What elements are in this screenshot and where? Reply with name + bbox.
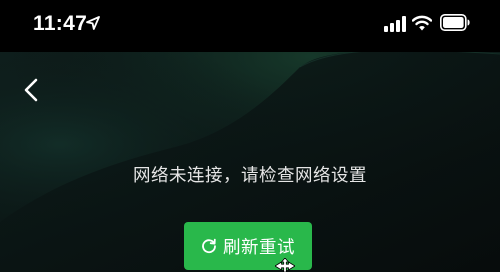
refresh-icon xyxy=(202,238,216,254)
error-message: 网络未连接，请检查网络设置 xyxy=(133,166,367,186)
app-screen: 11:47 网络未连接，请检查网络设置 刷新重试 xyxy=(0,0,500,272)
wifi-icon xyxy=(412,15,432,31)
status-time: 11:47 xyxy=(33,12,88,35)
location-arrow-icon xyxy=(86,16,100,30)
move-cursor-icon xyxy=(275,258,295,272)
battery-icon xyxy=(440,14,470,31)
cellular-signal-icon xyxy=(384,16,406,32)
back-button[interactable] xyxy=(14,72,50,108)
status-bar: 11:47 xyxy=(0,0,500,52)
error-page: 网络未连接，请检查网络设置 刷新重试 xyxy=(0,52,500,272)
retry-button-label: 刷新重试 xyxy=(223,237,295,258)
